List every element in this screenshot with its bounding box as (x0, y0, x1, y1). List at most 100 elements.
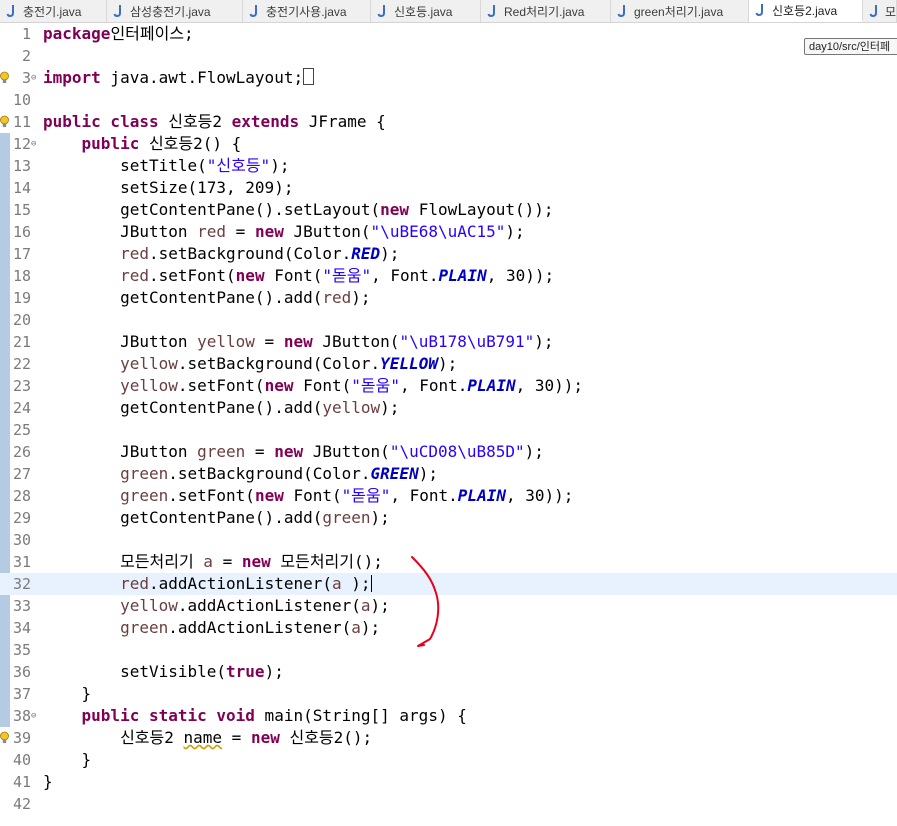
code-token: , Font. (399, 376, 468, 395)
line-number: 37 (12, 685, 31, 703)
code-token: ); (351, 288, 371, 307)
code-token: new (250, 728, 280, 747)
java-file-icon (487, 4, 499, 18)
code-line[interactable]: 39 신호등2 name = new 신호등2(); (0, 727, 897, 749)
line-number: 29 (12, 509, 31, 527)
code-text: setTitle("신호등"); (43, 155, 289, 177)
code-line[interactable]: 18 red.setFont(new Font("돋움", Font.PLAIN… (0, 265, 897, 287)
code-editor[interactable]: 1 package인터페이스; 2 3 ⊖ import java.awt.FlowLay… (0, 23, 897, 826)
code-line[interactable]: 23 yellow.setFont(new Font("돋움", Font.PL… (0, 375, 897, 397)
code-line[interactable]: 27 green.setBackground(Color.GREEN); (0, 463, 897, 485)
code-line[interactable]: 13 setTitle("신호등"); (0, 155, 897, 177)
code-line[interactable]: 21 JButton yellow = new JButton("\uB178\… (0, 331, 897, 353)
code-line[interactable]: 28 green.setFont(new Font("돋움", Font.PLA… (0, 485, 897, 507)
code-text: getContentPane().add(green); (43, 507, 390, 529)
line-number: 40 (12, 751, 31, 769)
tab-8[interactable]: 모 (863, 0, 897, 22)
code-line[interactable]: 12 ⊖ public 신호등2() { (0, 133, 897, 155)
fold-toggle-icon[interactable]: ⊖ (31, 67, 40, 89)
code-token: .addActionListener( (177, 596, 361, 615)
java-file-icon (869, 4, 880, 18)
code-text: import java.awt.FlowLayout; (43, 67, 315, 89)
code-line[interactable]: 1 package인터페이스; (0, 23, 897, 45)
code-token: 인터페이스; (110, 24, 194, 43)
lightbulb-warning-icon[interactable] (0, 67, 10, 89)
tab-1[interactable]: 충전기.java (0, 0, 107, 22)
code-token: name (183, 728, 223, 747)
code-token: new (380, 200, 410, 219)
code-line[interactable]: 41} (0, 771, 897, 793)
code-token: = (212, 552, 242, 571)
line-number: 23 (12, 377, 31, 395)
code-token: green (120, 618, 169, 637)
code-line[interactable]: 36 setVisible(true); (0, 661, 897, 683)
code-token: ); (524, 442, 544, 461)
line-number: 20 (12, 311, 31, 329)
code-line[interactable]: 20 (0, 309, 897, 331)
fold-toggle-icon[interactable]: ⊖ (31, 133, 40, 155)
line-number: 38 (12, 707, 31, 725)
code-text: red.setBackground(Color.RED); (43, 243, 399, 265)
code-line[interactable]: 17 red.setBackground(Color.RED); (0, 243, 897, 265)
code-line[interactable]: 3 ⊖ import java.awt.FlowLayout; (0, 67, 897, 89)
code-line[interactable]: 14 setSize(173, 209); (0, 177, 897, 199)
code-text: } (43, 749, 92, 771)
tab-6[interactable]: green처리기.java (611, 0, 749, 22)
line-number: 13 (12, 157, 31, 175)
tab-2[interactable]: 삼성충전기.java (107, 0, 243, 22)
code-text: green.setFont(new Font("돋움", Font.PLAIN,… (43, 485, 573, 507)
line-number: 42 (12, 795, 31, 813)
code-line[interactable]: 30 (0, 529, 897, 551)
code-token: getContentPane().add( (43, 288, 323, 307)
code-token: ); (418, 464, 438, 483)
code-token: new (254, 486, 284, 505)
code-token: ); (380, 244, 400, 263)
tab-3[interactable]: 충전기사용.java (243, 0, 371, 22)
lightbulb-warning-icon[interactable] (0, 727, 10, 749)
collapsed-imports-box[interactable] (303, 68, 315, 85)
fold-toggle-icon[interactable]: ⊖ (31, 705, 40, 727)
code-token: , 30)); (515, 376, 584, 395)
code-line[interactable]: 22 yellow.setBackground(Color.YELLOW); (0, 353, 897, 375)
code-line[interactable]: 29 getContentPane().add(green); (0, 507, 897, 529)
code-token: 신호등2 (43, 728, 184, 747)
tab-7[interactable]: 신호등2.java (749, 0, 863, 22)
code-token: 모든처리기(); (270, 552, 383, 571)
line-number: 1 (21, 25, 31, 43)
java-file-icon (113, 4, 125, 18)
code-token: ); (264, 662, 284, 681)
line-number: 26 (12, 443, 31, 461)
code-line[interactable]: 37 } (0, 683, 897, 705)
code-line[interactable]: 24 getContentPane().add(yellow); (0, 397, 897, 419)
line-number: 31 (12, 553, 31, 571)
code-token: getContentPane().setLayout( (43, 200, 381, 219)
code-token: ); (360, 618, 381, 637)
code-line[interactable]: 38 ⊖ public static void main(String[] arg… (0, 705, 897, 727)
line-number: 3 (21, 69, 31, 87)
code-line[interactable]: 15 getContentPane().setLayout(new FlowLa… (0, 199, 897, 221)
code-line[interactable]: 40 } (0, 749, 897, 771)
line-number: 12 (12, 135, 31, 153)
code-line[interactable]: 26 JButton green = new JButton("\uCD08\u… (0, 441, 897, 463)
code-token: yellow (322, 398, 381, 417)
code-token: } (43, 684, 92, 703)
code-line[interactable]: 42 (0, 793, 897, 815)
code-token: ); (370, 508, 390, 527)
lightbulb-warning-icon[interactable] (0, 111, 10, 133)
code-line[interactable]: 19 getContentPane().add(red); (0, 287, 897, 309)
tab-5[interactable]: Red처리기.java (481, 0, 611, 22)
code-token: setVisible( (43, 662, 227, 681)
tab-4[interactable]: 신호등.java (371, 0, 481, 22)
code-token: JButton (43, 442, 198, 461)
code-line[interactable]: 2 (0, 45, 897, 67)
code-token: = (226, 222, 255, 241)
code-line[interactable]: 10 (0, 89, 897, 111)
code-token: red (322, 288, 352, 307)
code-token: "\uB178\uB791" (399, 332, 535, 351)
code-line[interactable]: 16 JButton red = new JButton("\uBE68\uAC… (0, 221, 897, 243)
line-number: 28 (12, 487, 31, 505)
line-number: 36 (12, 663, 31, 681)
code-line[interactable]: 25 (0, 419, 897, 441)
code-line[interactable]: 11 public class 신호등2 extends JFrame { (0, 111, 897, 133)
